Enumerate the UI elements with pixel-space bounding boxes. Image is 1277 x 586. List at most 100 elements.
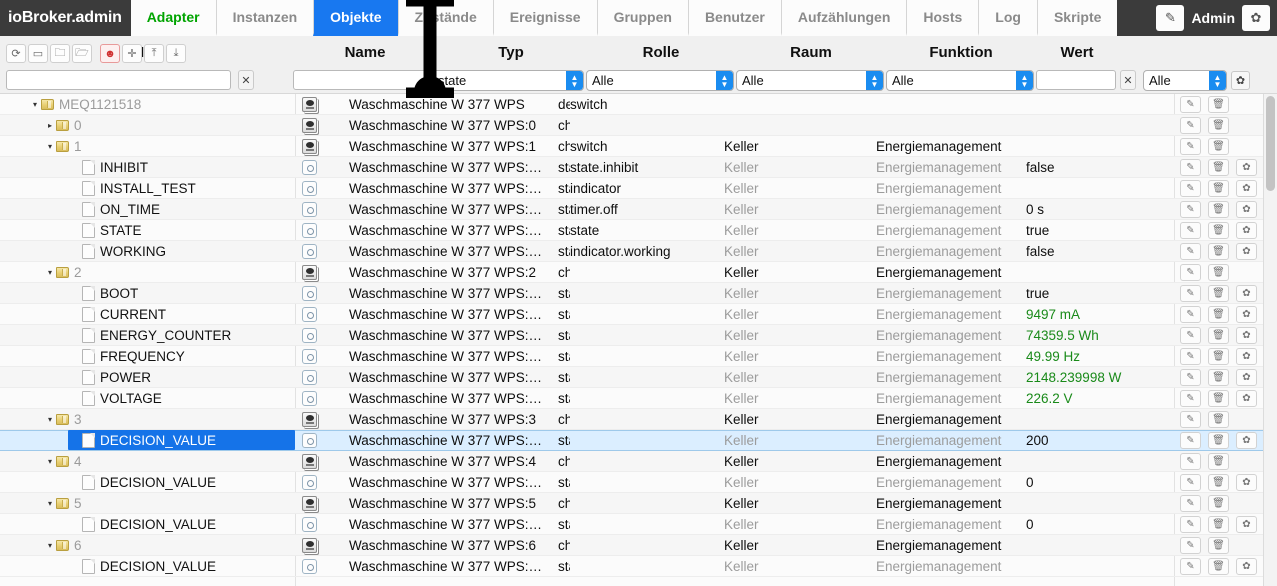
id-filter-clear-button[interactable]: ✕	[238, 70, 254, 90]
column-header-funktion[interactable]: Funktion	[887, 36, 1035, 68]
row-edit-button[interactable]: ✎	[1180, 180, 1201, 197]
row-delete-button[interactable]: 🗑	[1208, 138, 1229, 155]
tree-item[interactable]: STATE	[0, 220, 295, 240]
row-settings-button[interactable]: ✿	[1236, 306, 1257, 323]
row-delete-button[interactable]: 🗑	[1208, 201, 1229, 218]
tree-item[interactable]: INHIBIT	[0, 157, 295, 177]
row-delete-button[interactable]: 🗑	[1208, 390, 1229, 407]
row-edit-button[interactable]: ✎	[1180, 264, 1201, 281]
tree-item[interactable]: POWER	[0, 367, 295, 387]
row-delete-button[interactable]: 🗑	[1208, 432, 1229, 449]
tree-item[interactable]: DECISION_VALUE	[0, 430, 295, 450]
id-filter-input[interactable]	[6, 70, 231, 90]
row-delete-button[interactable]: 🗑	[1208, 453, 1229, 470]
tree-item[interactable]: FREQUENCY	[0, 346, 295, 366]
row-edit-button[interactable]: ✎	[1180, 390, 1201, 407]
row-edit-button[interactable]: ✎	[1180, 495, 1201, 512]
scrollbar-thumb[interactable]	[1266, 96, 1275, 191]
row-edit-button[interactable]: ✎	[1180, 516, 1201, 533]
row-delete-button[interactable]: 🗑	[1208, 348, 1229, 365]
tab-ereignisse[interactable]: Ereignisse	[492, 0, 597, 36]
tab-objekte[interactable]: Objekte	[313, 0, 398, 36]
row-settings-button[interactable]: ✿	[1236, 390, 1257, 407]
tree-item[interactable]: ENERGY_COUNTER	[0, 325, 295, 345]
row-edit-button[interactable]: ✎	[1180, 222, 1201, 239]
row-edit-button[interactable]: ✎	[1180, 537, 1201, 554]
row-delete-button[interactable]: 🗑	[1208, 369, 1229, 386]
tree-item[interactable]: DECISION_VALUE	[0, 514, 295, 534]
row-settings-button[interactable]: ✿	[1236, 369, 1257, 386]
row-settings-button[interactable]: ✿	[1236, 327, 1257, 344]
row-settings-button[interactable]: ✿	[1236, 159, 1257, 176]
tab-hosts[interactable]: Hosts	[906, 0, 979, 36]
row-delete-button[interactable]: 🗑	[1208, 180, 1229, 197]
row-edit-button[interactable]: ✎	[1180, 306, 1201, 323]
rolle-filter-select[interactable]: Alle ▲ ▼	[586, 70, 734, 91]
row-edit-button[interactable]: ✎	[1180, 285, 1201, 302]
column-settings-gear-icon[interactable]: ✿	[1231, 71, 1250, 90]
tree-item[interactable]: ON_TIME	[0, 199, 295, 219]
tree-collapse-icon[interactable]: ▾	[45, 142, 55, 151]
settings-gear-button[interactable]: ✿	[1242, 5, 1270, 31]
row-edit-button[interactable]: ✎	[1180, 369, 1201, 386]
export-icon[interactable]: ⤓	[166, 44, 186, 63]
row-delete-button[interactable]: 🗑	[1208, 285, 1229, 302]
tab-aufz-hlungen[interactable]: Aufzählungen	[780, 0, 907, 36]
edit-user-button[interactable]: ✎	[1156, 5, 1185, 31]
collapse-all-icon[interactable]: ▭	[28, 44, 48, 63]
tree-item[interactable]: DECISION_VALUE	[0, 472, 295, 492]
tree-collapse-icon[interactable]: ▾	[45, 268, 55, 277]
tree-item[interactable]: WORKING	[0, 241, 295, 261]
tab-zust-nde[interactable]: Zustände	[397, 0, 493, 36]
row-delete-button[interactable]: 🗑	[1208, 264, 1229, 281]
tree-item[interactable]: ▾ 1	[0, 136, 295, 156]
row-settings-button[interactable]: ✿	[1236, 180, 1257, 197]
expand-folder-icon[interactable]: 🗀	[50, 44, 70, 63]
row-edit-button[interactable]: ✎	[1180, 201, 1201, 218]
tree-item[interactable]: ▾ 6	[0, 535, 295, 555]
tab-instanzen[interactable]: Instanzen	[215, 0, 314, 36]
row-edit-button[interactable]: ✎	[1180, 558, 1201, 575]
typ-filter-select[interactable]: state ▲ ▼	[432, 70, 584, 91]
row-delete-button[interactable]: 🗑	[1208, 558, 1229, 575]
row-edit-button[interactable]: ✎	[1180, 96, 1201, 113]
tree-item[interactable]: ▾ 5	[0, 493, 295, 513]
tree-item[interactable]: VOLTAGE	[0, 388, 295, 408]
row-settings-button[interactable]: ✿	[1236, 474, 1257, 491]
expert-mode-icon[interactable]: ☻	[100, 44, 120, 63]
row-delete-button[interactable]: 🗑	[1208, 222, 1229, 239]
row-edit-button[interactable]: ✎	[1180, 348, 1201, 365]
column-header-rolle[interactable]: Rolle	[587, 36, 735, 68]
row-delete-button[interactable]: 🗑	[1208, 474, 1229, 491]
extra-filter-select[interactable]: Alle ▲ ▼	[1143, 70, 1227, 91]
row-edit-button[interactable]: ✎	[1180, 117, 1201, 134]
tree-item[interactable]: BOOT	[0, 283, 295, 303]
row-settings-button[interactable]: ✿	[1236, 285, 1257, 302]
tree-collapse-icon[interactable]: ▾	[45, 457, 55, 466]
row-settings-button[interactable]: ✿	[1236, 516, 1257, 533]
tab-log[interactable]: Log	[978, 0, 1037, 36]
tree-item[interactable]: INSTALL_TEST	[0, 178, 295, 198]
row-edit-button[interactable]: ✎	[1180, 411, 1201, 428]
add-object-icon[interactable]: ✛	[122, 44, 142, 63]
row-delete-button[interactable]: 🗑	[1208, 96, 1229, 113]
tree-item[interactable]: ▸ 0	[0, 115, 295, 135]
tab-adapter[interactable]: Adapter	[130, 0, 216, 36]
row-settings-button[interactable]: ✿	[1236, 432, 1257, 449]
row-delete-button[interactable]: 🗑	[1208, 537, 1229, 554]
tree-item[interactable]: ▾ 2	[0, 262, 295, 282]
row-edit-button[interactable]: ✎	[1180, 138, 1201, 155]
row-edit-button[interactable]: ✎	[1180, 453, 1201, 470]
grid-vertical-scrollbar[interactable]	[1263, 94, 1277, 586]
open-folder-icon[interactable]: 🗁	[72, 44, 92, 63]
wert-filter-clear-button[interactable]: ✕	[1120, 70, 1136, 90]
name-filter-input[interactable]	[293, 70, 427, 90]
tree-item[interactable]: CURRENT	[0, 304, 295, 324]
tree-item[interactable]: ▾ MEQ1121518	[0, 94, 295, 114]
row-edit-button[interactable]: ✎	[1180, 432, 1201, 449]
row-delete-button[interactable]: 🗑	[1208, 327, 1229, 344]
row-edit-button[interactable]: ✎	[1180, 243, 1201, 260]
wert-filter-input[interactable]	[1036, 70, 1116, 90]
row-delete-button[interactable]: 🗑	[1208, 495, 1229, 512]
row-delete-button[interactable]: 🗑	[1208, 243, 1229, 260]
